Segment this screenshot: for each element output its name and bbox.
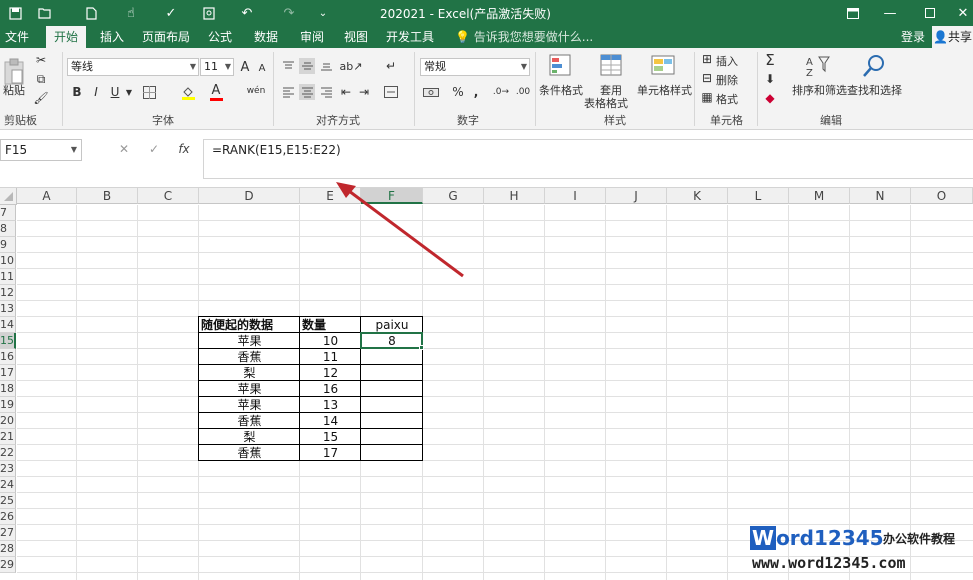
arrow-shaft xyxy=(344,186,464,278)
watermark: Word12345 办公软件教程 www.word12345.com xyxy=(748,522,973,580)
watermark-brand-rest: ord12345 xyxy=(776,526,884,550)
watermark-url: www.word12345.com xyxy=(752,554,906,572)
watermark-slogan: 办公软件教程 xyxy=(883,532,956,546)
annotation-arrow xyxy=(336,182,464,278)
watermark-brand: Word12345 xyxy=(750,526,884,550)
watermark-brand-initial: W xyxy=(750,526,777,550)
